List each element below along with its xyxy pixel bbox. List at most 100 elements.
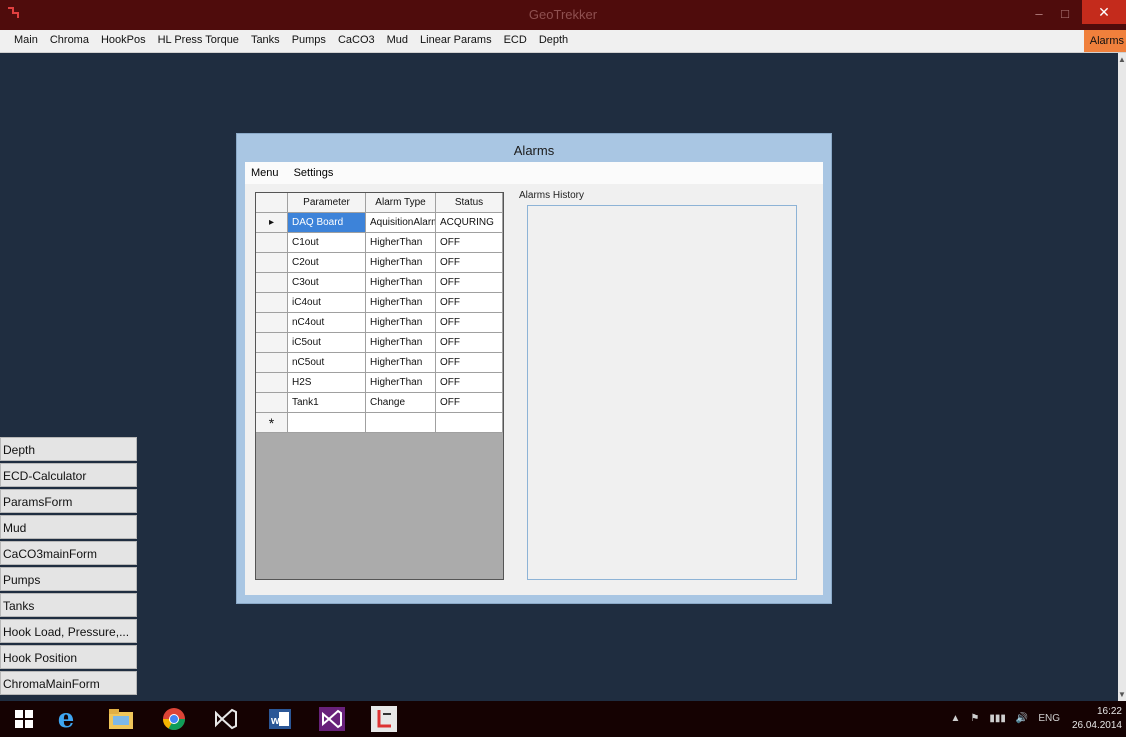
cell-alarm-type[interactable]: HigherThan xyxy=(366,333,436,353)
file-explorer-icon[interactable] xyxy=(105,704,137,734)
internet-explorer-icon[interactable]: e xyxy=(50,704,82,734)
minimized-form-params[interactable]: ParamsForm xyxy=(0,489,137,513)
network-icon[interactable]: ▮▮▮ xyxy=(989,713,1006,724)
table-row[interactable]: ▸ DAQ Board AquisitionAlarm ACQURING xyxy=(256,213,503,233)
cell-status[interactable]: OFF xyxy=(436,273,503,293)
cell-alarm-type[interactable]: HigherThan xyxy=(366,313,436,333)
row-selector[interactable] xyxy=(256,353,288,373)
visual-studio-icon[interactable] xyxy=(210,704,242,734)
minimized-form-tanks[interactable]: Tanks xyxy=(0,593,137,617)
row-selector[interactable] xyxy=(256,393,288,413)
minimized-form-pumps[interactable]: Pumps xyxy=(0,567,137,591)
chrome-icon[interactable] xyxy=(158,704,190,734)
flag-icon[interactable]: ⚑ xyxy=(970,713,979,724)
cell-parameter[interactable]: nC5out xyxy=(288,353,366,373)
row-selector[interactable] xyxy=(256,233,288,253)
table-row[interactable]: nC4out HigherThan OFF xyxy=(256,313,503,333)
taskbar-clock[interactable]: 16:22 26.04.2014 xyxy=(1072,705,1122,733)
cell-alarm-type[interactable]: HigherThan xyxy=(366,233,436,253)
windows-start-icon[interactable] xyxy=(8,704,40,734)
cell-status[interactable] xyxy=(436,413,503,433)
minimized-form-mud[interactable]: Mud xyxy=(0,515,137,539)
table-row[interactable]: iC4out HigherThan OFF xyxy=(256,293,503,313)
menu-item-main[interactable]: Main xyxy=(8,34,44,46)
scroll-down-icon[interactable]: ▼ xyxy=(1118,690,1126,699)
cell-status[interactable]: OFF xyxy=(436,353,503,373)
cell-status[interactable]: ACQURING xyxy=(436,213,503,233)
row-selector[interactable] xyxy=(256,273,288,293)
menu-item-hookpos[interactable]: HookPos xyxy=(95,34,152,46)
cell-alarm-type[interactable]: HigherThan xyxy=(366,353,436,373)
minimized-form-caco3[interactable]: CaCO3mainForm xyxy=(0,541,137,565)
row-selector[interactable] xyxy=(256,333,288,353)
column-header-parameter[interactable]: Parameter xyxy=(288,193,366,213)
menu-item-caco3[interactable]: CaCO3 xyxy=(332,34,381,46)
column-header-alarm-type[interactable]: Alarm Type xyxy=(366,193,436,213)
menu-item-tanks[interactable]: Tanks xyxy=(245,34,286,46)
cell-parameter[interactable]: iC5out xyxy=(288,333,366,353)
cell-status[interactable]: OFF xyxy=(436,373,503,393)
cell-parameter[interactable]: iC4out xyxy=(288,293,366,313)
cell-alarm-type[interactable] xyxy=(366,413,436,433)
minimize-button[interactable]: – xyxy=(1026,3,1052,25)
row-selector[interactable] xyxy=(256,313,288,333)
table-row[interactable]: iC5out HigherThan OFF xyxy=(256,333,503,353)
row-selector[interactable] xyxy=(256,373,288,393)
table-row[interactable]: C2out HigherThan OFF xyxy=(256,253,503,273)
row-selector[interactable] xyxy=(256,293,288,313)
alarms-menu-button[interactable]: Alarms xyxy=(1083,30,1126,52)
cell-parameter[interactable]: H2S xyxy=(288,373,366,393)
alarms-history-list[interactable] xyxy=(527,205,797,580)
alarms-menu-item-settings[interactable]: Settings xyxy=(288,162,340,179)
menu-item-mud[interactable]: Mud xyxy=(381,34,414,46)
minimized-form-chroma[interactable]: ChromaMainForm xyxy=(0,671,137,695)
cell-parameter[interactable]: DAQ Board xyxy=(288,213,366,233)
menu-item-chroma[interactable]: Chroma xyxy=(44,34,95,46)
vertical-scrollbar[interactable]: ▲ ▼ xyxy=(1118,53,1126,701)
table-row[interactable]: C3out HigherThan OFF xyxy=(256,273,503,293)
cell-status[interactable]: OFF xyxy=(436,293,503,313)
volume-icon[interactable]: 🔊 xyxy=(1016,713,1028,724)
visual-studio-2-icon[interactable] xyxy=(316,704,348,734)
row-selector[interactable]: * xyxy=(256,413,288,433)
cell-alarm-type[interactable]: HigherThan xyxy=(366,293,436,313)
menu-item-linear-params[interactable]: Linear Params xyxy=(414,34,498,46)
cell-alarm-type[interactable]: Change xyxy=(366,393,436,413)
minimized-form-hook-position[interactable]: Hook Position xyxy=(0,645,137,669)
cell-parameter[interactable]: C2out xyxy=(288,253,366,273)
cell-parameter[interactable]: nC4out xyxy=(288,313,366,333)
row-selector[interactable] xyxy=(256,253,288,273)
menu-item-pumps[interactable]: Pumps xyxy=(286,34,332,46)
geotrekker-icon[interactable] xyxy=(368,704,400,734)
close-button[interactable]: ✕ xyxy=(1082,0,1126,24)
table-row[interactable]: H2S HigherThan OFF xyxy=(256,373,503,393)
minimized-form-hook-load[interactable]: Hook Load, Pressure,... xyxy=(0,619,137,643)
row-selector[interactable]: ▸ xyxy=(256,213,288,233)
word-icon[interactable]: w xyxy=(264,704,296,734)
cell-parameter[interactable]: C3out xyxy=(288,273,366,293)
menu-item-ecd[interactable]: ECD xyxy=(498,34,533,46)
table-row[interactable]: Tank1 Change OFF xyxy=(256,393,503,413)
new-row[interactable]: * xyxy=(256,413,503,433)
cell-status[interactable]: OFF xyxy=(436,233,503,253)
column-header-status[interactable]: Status xyxy=(436,193,503,213)
cell-status[interactable]: OFF xyxy=(436,333,503,353)
minimized-form-ecd-calculator[interactable]: ECD-Calculator xyxy=(0,463,137,487)
cell-alarm-type[interactable]: HigherThan xyxy=(366,373,436,393)
menu-item-hl-press-torque[interactable]: HL Press Torque xyxy=(152,34,245,46)
cell-status[interactable]: OFF xyxy=(436,313,503,333)
cell-parameter[interactable] xyxy=(288,413,366,433)
alarms-menu-item-menu[interactable]: Menu xyxy=(245,162,285,179)
scroll-up-icon[interactable]: ▲ xyxy=(1118,55,1126,64)
cell-alarm-type[interactable]: HigherThan xyxy=(366,273,436,293)
table-row[interactable]: nC5out HigherThan OFF xyxy=(256,353,503,373)
menu-item-depth[interactable]: Depth xyxy=(533,34,574,46)
minimized-form-depth[interactable]: Depth xyxy=(0,437,137,461)
cell-alarm-type[interactable]: HigherThan xyxy=(366,253,436,273)
cell-parameter[interactable]: C1out xyxy=(288,233,366,253)
cell-alarm-type[interactable]: AquisitionAlarm xyxy=(366,213,436,233)
restore-button[interactable]: □ xyxy=(1052,3,1078,25)
language-indicator[interactable]: ENG xyxy=(1038,713,1060,724)
cell-status[interactable]: OFF xyxy=(436,393,503,413)
cell-parameter[interactable]: Tank1 xyxy=(288,393,366,413)
